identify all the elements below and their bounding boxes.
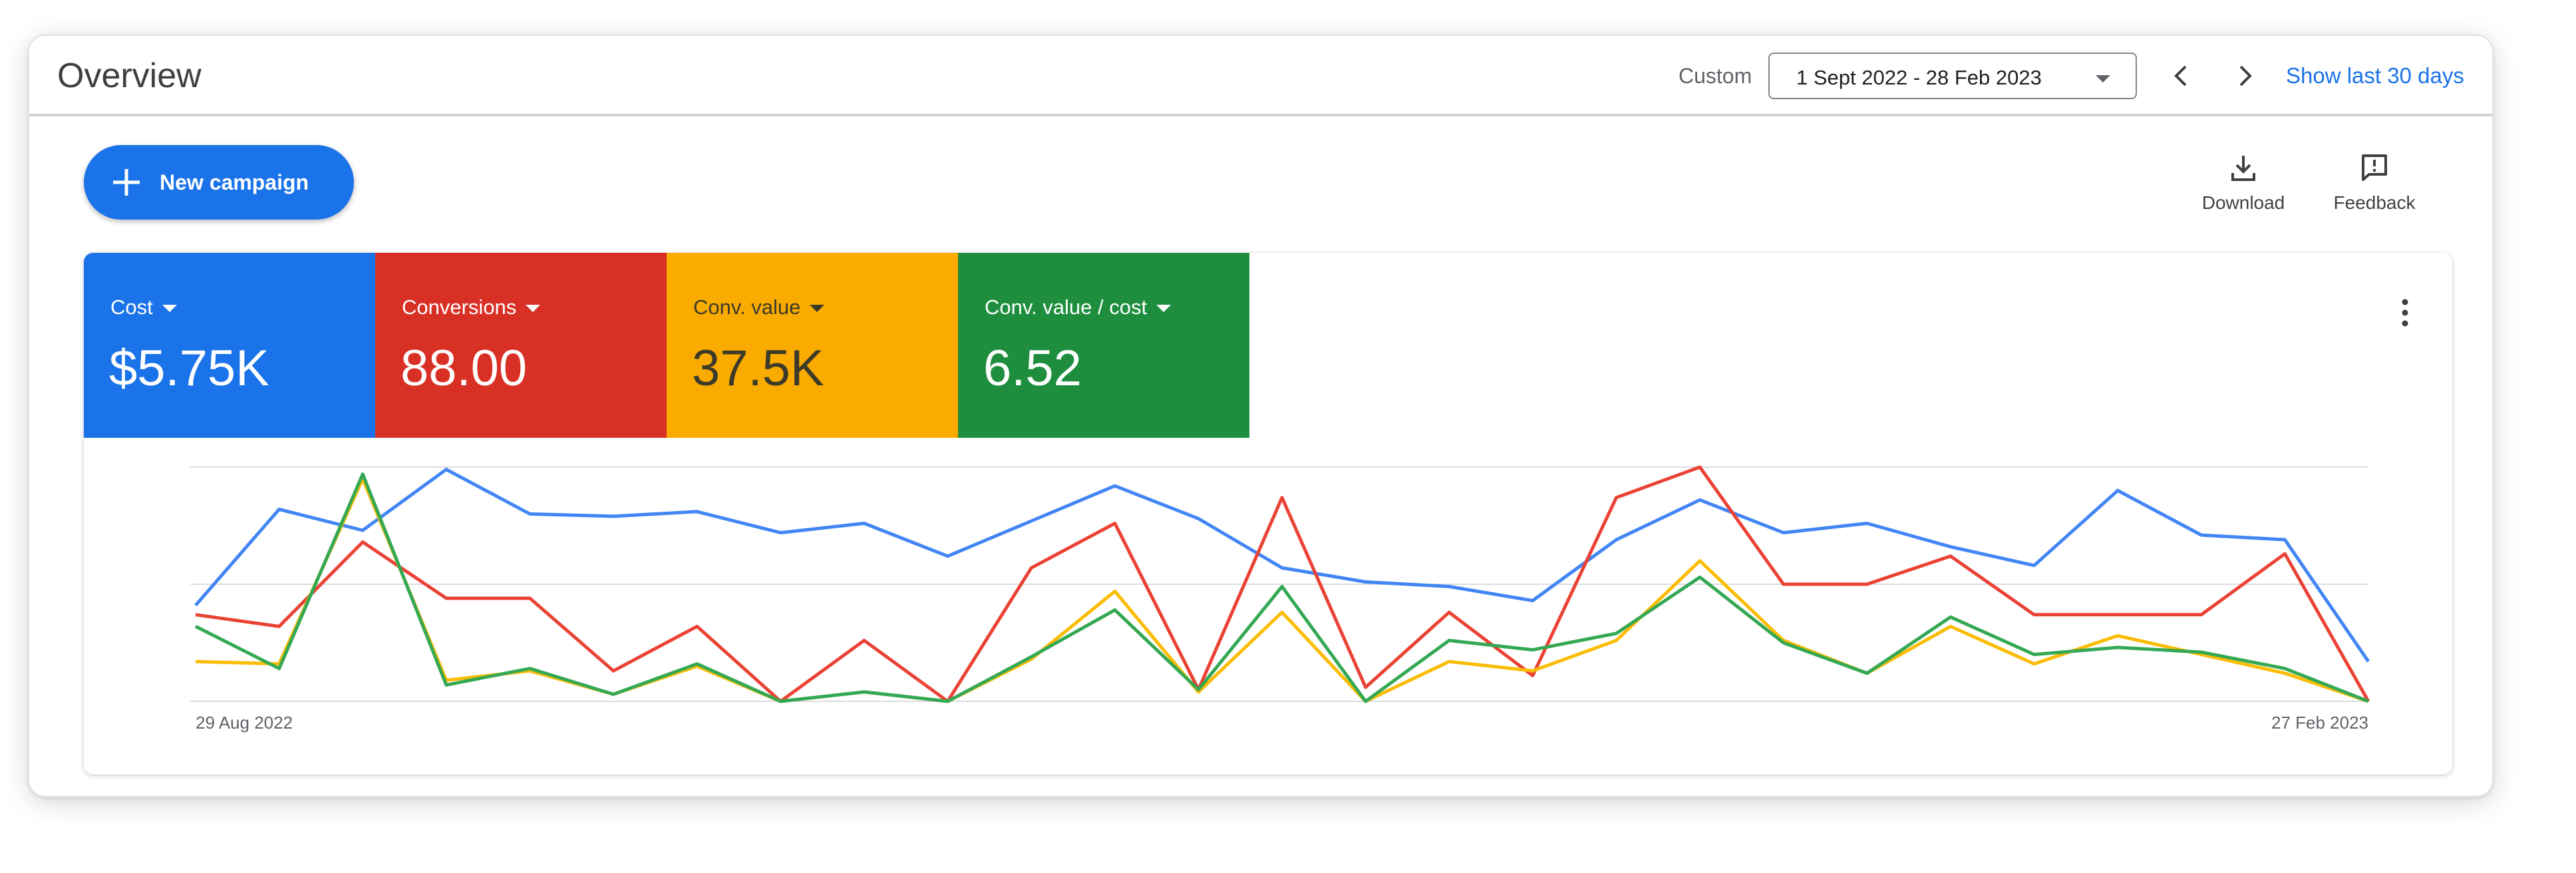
dropdown-caret-icon <box>2096 75 2110 83</box>
more-options-icon[interactable] <box>2395 293 2415 333</box>
header-bar: Overview Custom 1 Sept 2022 - 28 Feb 202… <box>29 36 2492 116</box>
metric-name-text: Conv. value <box>693 295 801 319</box>
feedback-button[interactable]: Feedback <box>2325 152 2424 214</box>
new-campaign-label: New campaign <box>160 170 309 194</box>
dropdown-caret-icon <box>526 305 541 313</box>
feedback-label: Feedback <box>2333 192 2416 213</box>
overview-panel: Overview Custom 1 Sept 2022 - 28 Feb 202… <box>28 35 2494 797</box>
date-range-select[interactable]: 1 Sept 2022 - 28 Feb 2023 <box>1768 53 2137 99</box>
metric-name: Cost <box>110 295 177 319</box>
dropdown-caret-icon <box>810 305 825 313</box>
feedback-icon <box>2362 154 2387 181</box>
next-period-button[interactable] <box>2225 56 2265 96</box>
date-range-type-label: Custom <box>1679 64 1752 88</box>
metric-value: 37.5K <box>692 340 824 397</box>
show-last-30-days-link[interactable]: Show last 30 days <box>2286 63 2464 88</box>
previous-period-button[interactable] <box>2162 56 2201 96</box>
download-button[interactable]: Download <box>2197 152 2290 214</box>
download-icon <box>2231 156 2255 181</box>
metric-name-text: Cost <box>110 295 153 319</box>
metric-name-text: Conv. value / cost <box>985 295 1148 319</box>
metric-tile-cost[interactable]: Cost $5.75K <box>84 253 375 438</box>
plus-icon <box>113 169 140 196</box>
dropdown-caret-icon <box>1156 305 1172 313</box>
metric-tile-conv-value-cost[interactable]: Conv. value / cost 6.52 <box>958 253 1249 438</box>
performance-card: Cost $5.75K Conversions 88.00 Conv. valu… <box>84 253 2452 775</box>
metric-value: 6.52 <box>983 340 1082 397</box>
chevron-right-icon <box>2239 65 2252 87</box>
metric-name: Conversions <box>402 295 541 319</box>
new-campaign-button[interactable]: New campaign <box>84 145 354 220</box>
chevron-left-icon <box>2174 65 2187 87</box>
dropdown-caret-icon <box>162 305 177 313</box>
x-axis-start-label: 29 Aug 2022 <box>196 713 293 733</box>
metric-tile-conversions[interactable]: Conversions 88.00 <box>375 253 667 438</box>
download-label: Download <box>2201 192 2285 213</box>
metric-name: Conv. value <box>693 295 825 319</box>
page-title: Overview <box>57 57 202 95</box>
metric-name-text: Conversions <box>402 295 517 319</box>
x-axis-end-label: 27 Feb 2023 <box>2271 713 2368 733</box>
date-range-value: 1 Sept 2022 - 28 Feb 2023 <box>1796 66 2042 89</box>
metric-tile-conv-value[interactable]: Conv. value 37.5K <box>667 253 958 438</box>
metric-value: 88.00 <box>401 340 528 397</box>
series-line-conv-value <box>195 477 2369 703</box>
metric-name: Conv. value / cost <box>985 295 1172 319</box>
performance-line-chart: 29 Aug 2022 27 Feb 2023 <box>190 465 2370 733</box>
metric-value: $5.75K <box>109 340 269 397</box>
